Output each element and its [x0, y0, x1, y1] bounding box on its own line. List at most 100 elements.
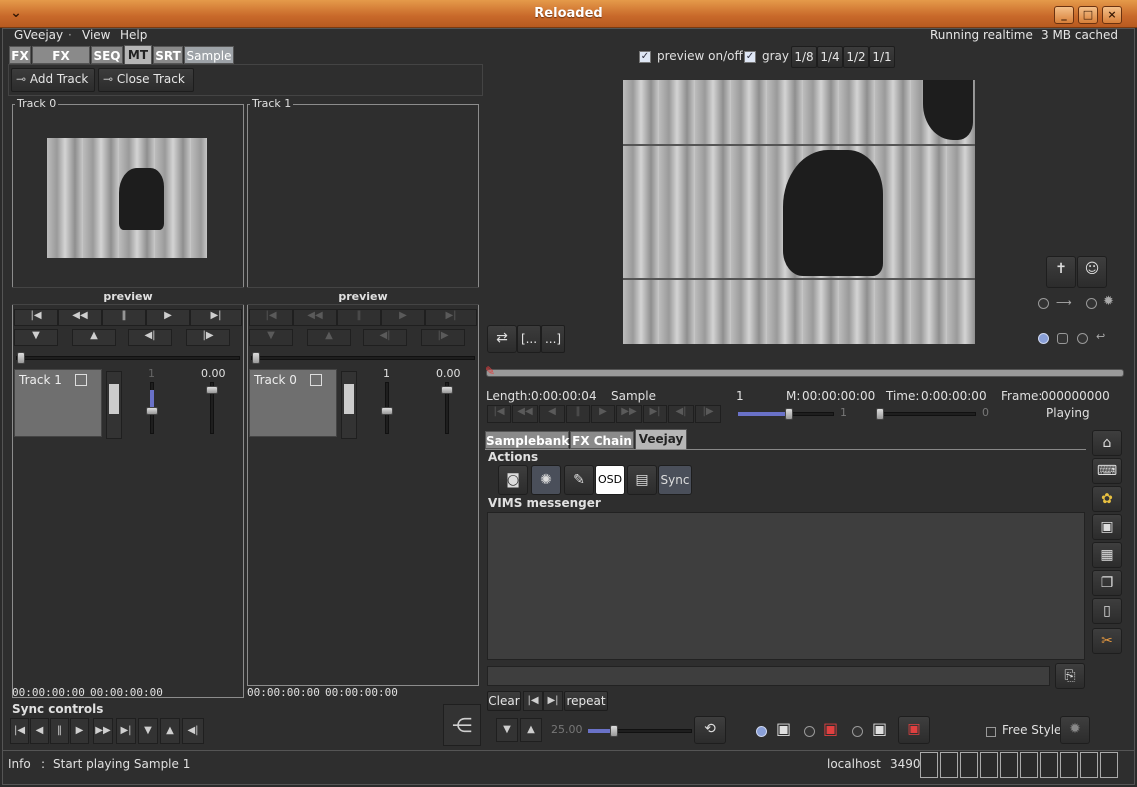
speed-slider-knob[interactable]: [785, 408, 793, 420]
track-1-up-button[interactable]: ▲: [307, 329, 351, 346]
film-icon[interactable]: ▤: [627, 465, 657, 495]
track-1-step-fwd-button[interactable]: |▶: [421, 329, 465, 346]
loop-radio-1[interactable]: [1038, 333, 1049, 344]
tab-fx-anim[interactable]: FX Anim: [32, 46, 90, 81]
player-step-fwd-button[interactable]: |▶: [695, 405, 721, 423]
boxes-icon[interactable]: ▣: [1092, 514, 1122, 540]
sync-back-button[interactable]: ◀: [30, 718, 49, 744]
sync-button[interactable]: Sync: [658, 465, 692, 495]
clear-button[interactable]: Clear: [487, 691, 521, 711]
tab-fx-chain[interactable]: FX Chain: [570, 431, 634, 449]
sync-play-button[interactable]: ▶: [70, 718, 89, 744]
track-1-rewind-button[interactable]: ◀◀: [293, 309, 337, 326]
tab-mt[interactable]: MT: [124, 45, 152, 65]
box-stack-icon[interactable]: ▦: [1092, 542, 1122, 568]
track-1-mix-source[interactable]: Track 0: [249, 369, 337, 437]
send-icon[interactable]: ⎘: [1055, 663, 1085, 689]
settings-gear-icon[interactable]: ✹: [1060, 716, 1090, 744]
tab-veejay[interactable]: Veejay: [635, 429, 687, 450]
camera-icon[interactable]: ◙: [498, 465, 528, 495]
tree-view-icon[interactable]: ⋲: [443, 704, 481, 746]
sync-down-button[interactable]: ▼: [138, 718, 158, 744]
track-0-first-button[interactable]: |◀: [14, 309, 58, 326]
track-0-step-fwd-button[interactable]: |▶: [186, 329, 230, 346]
render-radio-1[interactable]: [756, 726, 767, 737]
track-0-step-back-button[interactable]: ◀|: [128, 329, 172, 346]
player-pause-button[interactable]: ‖: [566, 405, 590, 423]
mode-radio-2[interactable]: [1086, 298, 1097, 309]
player-back-button[interactable]: ◀: [539, 405, 565, 423]
menu-view[interactable]: View: [82, 28, 110, 42]
tab-fx[interactable]: FX: [9, 46, 31, 64]
track-0-mix-checkbox[interactable]: [75, 374, 87, 386]
track-0-speed-knob[interactable]: [146, 407, 158, 415]
player-play-button[interactable]: ▶: [591, 405, 615, 423]
track-0-spin-control[interactable]: [106, 371, 122, 439]
vims-log-area[interactable]: [487, 512, 1085, 660]
track-0-last-button[interactable]: ▶|: [190, 309, 242, 326]
minimize-button[interactable]: _: [1054, 6, 1074, 24]
bin-icon[interactable]: ▯: [1092, 598, 1122, 624]
loop-radio-2[interactable]: [1057, 333, 1068, 344]
refresh-icon[interactable]: ⟲: [694, 716, 726, 744]
player-first-button[interactable]: |◀: [487, 405, 511, 423]
track-1-spin-control[interactable]: [341, 371, 357, 439]
copy-icon[interactable]: ❐: [1092, 570, 1122, 596]
sample-load-icon[interactable]: ⌂: [1092, 430, 1122, 456]
sync-pause-button[interactable]: ‖: [50, 718, 69, 744]
scale-1-2-button[interactable]: 1/2: [843, 46, 869, 68]
player-rewind-button[interactable]: ◀◀: [512, 405, 538, 423]
close-track-button[interactable]: ⊸ Close Track: [98, 68, 194, 92]
slow-slider-knob[interactable]: [876, 408, 884, 420]
vims-input[interactable]: [487, 666, 1050, 686]
keyboard-icon[interactable]: ⌨: [1092, 458, 1122, 484]
player-step-back-button[interactable]: ◀|: [668, 405, 694, 423]
tab-seq[interactable]: SEQ: [91, 46, 123, 64]
tab-srt[interactable]: SRT: [153, 46, 183, 64]
vims-next-button[interactable]: ▶|: [543, 691, 563, 711]
bug-icon[interactable]: ✺: [531, 465, 561, 495]
render-stop-icon[interactable]: ▣: [898, 716, 930, 744]
track-1-step-back-button[interactable]: ◀|: [363, 329, 407, 346]
timeline-marker-icon[interactable]: ✎: [485, 364, 495, 378]
loop-radio-3[interactable]: [1077, 333, 1088, 344]
sync-step-back-button[interactable]: ◀|: [182, 718, 204, 744]
gray-checkbox[interactable]: ✓: [744, 51, 756, 63]
track-1-opacity-knob[interactable]: [441, 386, 453, 394]
close-button[interactable]: ×: [1102, 6, 1122, 24]
tab-sample[interactable]: Sample: [184, 46, 234, 64]
track-0-play-button[interactable]: ▶: [146, 309, 190, 326]
sync-up-button[interactable]: ▲: [160, 718, 180, 744]
osd-button[interactable]: OSD: [595, 465, 625, 495]
track-0-thumbnail[interactable]: [47, 138, 207, 258]
pencil-icon[interactable]: ✎: [564, 465, 594, 495]
main-preview[interactable]: [623, 80, 975, 344]
scale-1-4-button[interactable]: 1/4: [817, 46, 843, 68]
scale-1-1-button[interactable]: 1/1: [869, 46, 895, 68]
fps-down-button[interactable]: ▼: [496, 718, 518, 742]
render-radio-2[interactable]: [804, 726, 815, 737]
switch-icon[interactable]: ⇄: [487, 325, 517, 353]
vims-prev-button[interactable]: |◀: [523, 691, 543, 711]
track-1-speed-knob[interactable]: [381, 407, 393, 415]
tools-icon[interactable]: ✂: [1092, 628, 1122, 654]
free-style-checkbox[interactable]: [986, 727, 996, 737]
fps-up-button[interactable]: ▲: [520, 718, 542, 742]
player-last-button[interactable]: ▶|: [643, 405, 667, 423]
color-wheel-icon[interactable]: ✿: [1092, 486, 1122, 512]
track-0-position-knob[interactable]: [17, 352, 25, 364]
track-1-position-slider[interactable]: [251, 356, 475, 360]
sync-first-button[interactable]: |◀: [10, 718, 29, 744]
slow-slider[interactable]: [876, 412, 976, 416]
maximize-button[interactable]: □: [1078, 6, 1098, 24]
sync-last-button[interactable]: ▶|: [116, 718, 136, 744]
track-0-up-button[interactable]: ▲: [72, 329, 116, 346]
mark-out-button[interactable]: ...]: [541, 325, 565, 353]
person-icon[interactable]: ✝: [1046, 256, 1076, 288]
track-1-play-button[interactable]: ▶: [381, 309, 425, 326]
fps-slider-knob[interactable]: [610, 725, 618, 737]
menu-help[interactable]: Help: [120, 28, 147, 42]
preview-toggle-checkbox[interactable]: ✓: [639, 51, 651, 63]
track-0-down-button[interactable]: ▼: [14, 329, 58, 346]
scale-1-8-button[interactable]: 1/8: [791, 46, 817, 68]
